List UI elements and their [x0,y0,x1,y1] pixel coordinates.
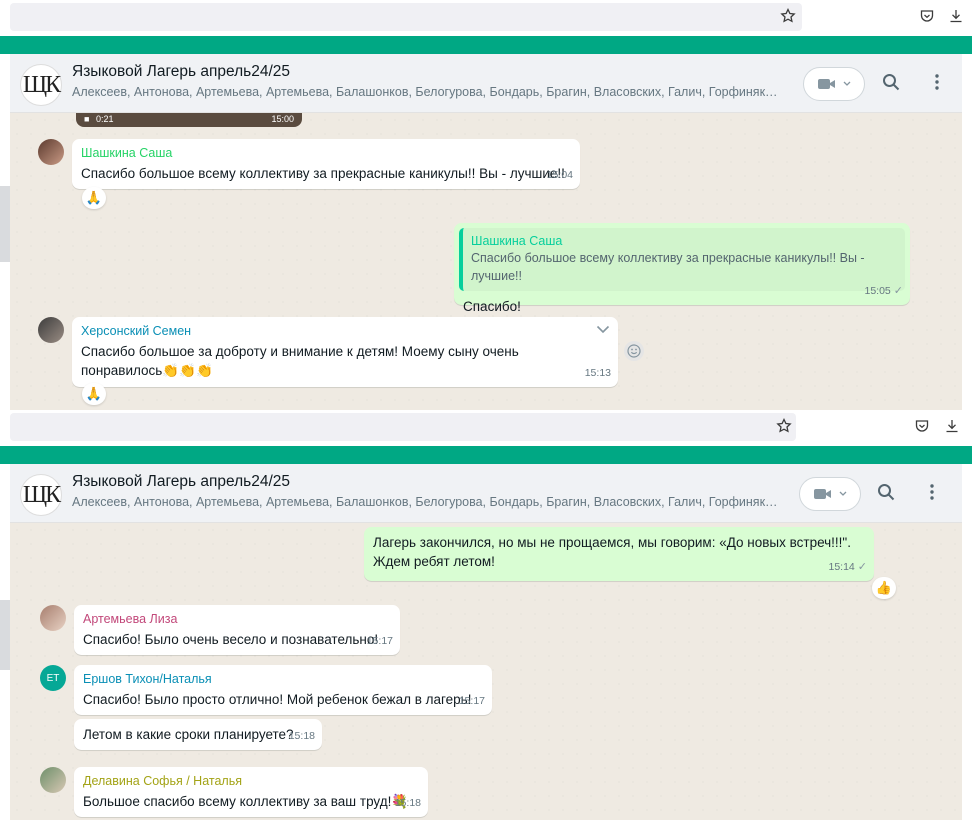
search-icon[interactable] [880,71,902,93]
bottom-screenshot-panel: ЩК Языковой Лагерь апрель24/25 Алексеев,… [0,410,972,820]
message-reaction[interactable]: 👍 [872,577,896,599]
download-icon[interactable] [942,416,962,436]
quoted-text: Спасибо большое всему коллективу за прек… [471,251,865,283]
video-duration: 0:21 [96,114,114,124]
chat-members: Алексеев, Антонова, Артемьева, Артемьева… [72,85,780,99]
message-time: 15:13 [584,367,611,379]
message-reaction[interactable]: 🙏 [82,383,106,405]
chevron-down-icon[interactable] [596,325,610,334]
message-time: 15:17 [458,695,485,707]
menu-icon[interactable] [921,481,943,503]
message-sender[interactable]: Делавина Софья / Наталья [83,773,420,789]
message-list[interactable]: ■ 0:21 15:00 Шашкина Саша Спасибо большо… [10,113,962,410]
video-call-button[interactable] [799,477,861,511]
message-time: 15:17 [366,635,393,647]
message-bubble[interactable]: Херсонский Семен Спасибо большое за добр… [72,317,618,387]
video-message-thumb[interactable]: ■ 0:21 15:00 [76,113,302,127]
chat-header[interactable]: ЩК Языковой Лагерь апрель24/25 Алексеев,… [10,464,962,523]
video-camera-icon [814,489,831,499]
message-bubble[interactable]: Летом в какие сроки планируете? 15:18 [74,719,322,750]
chat-members: Алексеев, Антонова, Артемьева, Артемьева… [72,495,780,509]
app-accent-strip [0,446,972,464]
chevron-down-icon [843,81,851,86]
message-text: Спасибо большое всему коллективу за прек… [81,166,565,181]
video-icon: ■ [84,114,90,124]
chat-header[interactable]: ЩК Языковой Лагерь апрель24/25 Алексеев,… [10,54,962,113]
pocket-icon[interactable] [917,6,937,26]
message-list[interactable]: Лагерь закончился, но мы не прощаемся, м… [10,523,962,820]
menu-icon[interactable] [926,71,948,93]
chevron-down-icon [839,491,847,496]
group-avatar[interactable]: ЩК [20,64,62,106]
quoted-sender: Шашкина Саша [471,234,563,248]
message-text: Летом в какие сроки планируете? [83,727,294,742]
browser-toolbar [0,0,972,34]
message-reaction[interactable]: 🙏 [82,187,106,209]
message-sender[interactable]: Ершов Тихон/Наталья [83,671,484,687]
sender-avatar[interactable] [40,767,66,793]
message-bubble[interactable]: Шашкина Саша Спасибо большое всему колле… [72,139,580,189]
sender-avatar[interactable] [40,605,66,631]
browser-toolbar [0,410,972,444]
delivered-check-icon: ✓ [893,285,903,297]
message-text: Большое спасибо всему коллективу за ваш … [83,794,409,809]
sender-avatar[interactable]: ЕТ [40,665,66,691]
quoted-message[interactable]: Шашкина Саша Спасибо большое всему колле… [459,228,905,291]
message-text: Спасибо! [463,299,521,314]
top-screenshot-panel: ЩК Языковой Лагерь апрель24/25 Алексеев,… [0,0,972,410]
pocket-icon[interactable] [912,416,932,436]
message-text: Спасибо! Было просто отлично! Мой ребено… [83,692,472,707]
star-icon[interactable] [774,416,794,436]
sender-avatar[interactable] [38,139,64,165]
message-bubble[interactable]: Артемьева Лиза Спасибо! Было очень весел… [74,605,400,655]
video-time: 15:00 [271,114,294,124]
message-text: Спасибо большое за доброту и внимание к … [81,344,519,378]
group-avatar[interactable]: ЩК [20,474,62,516]
search-icon[interactable] [875,481,897,503]
message-sender[interactable]: Артемьева Лиза [83,611,392,627]
star-icon[interactable] [778,6,798,26]
message-time: 15:05 ✓ [865,282,904,301]
app-accent-strip [0,36,972,54]
window-edge [0,600,10,670]
message-time: 15:18 [394,797,421,809]
chat-title[interactable]: Языковой Лагерь апрель24/25 [72,63,290,81]
message-text: Спасибо! Было очень весело и познаватель… [83,632,379,647]
window-edge [0,186,10,262]
message-time: 15:14 ✓ [829,558,868,577]
message-sender[interactable]: Херсонский Семен [81,323,610,339]
message-bubble-outgoing[interactable]: Шашкина Саша Спасибо большое всему колле… [454,223,910,314]
message-time: 15:18 [288,730,315,742]
chat-title[interactable]: Языковой Лагерь апрель24/25 [72,473,290,491]
sender-avatar[interactable] [38,317,64,343]
message-bubble[interactable]: Ершов Тихон/Наталья Спасибо! Было просто… [74,665,492,715]
message-time: 15:04 [546,169,573,181]
message-bubble[interactable]: Делавина Софья / Наталья Большое спасибо… [74,767,428,817]
message-sender[interactable]: Шашкина Саша [81,145,572,161]
message-bubble-outgoing[interactable]: Лагерь закончился, но мы не прощаемся, м… [364,527,874,581]
address-bar[interactable] [10,413,796,441]
download-icon[interactable] [946,6,966,26]
add-reaction-icon[interactable] [624,341,644,361]
delivered-check-icon: ✓ [857,561,867,573]
video-call-button[interactable] [803,67,865,101]
address-bar[interactable] [10,3,802,31]
message-text: Лагерь закончился, но мы не прощаемся, м… [373,535,851,569]
video-camera-icon [818,79,835,89]
